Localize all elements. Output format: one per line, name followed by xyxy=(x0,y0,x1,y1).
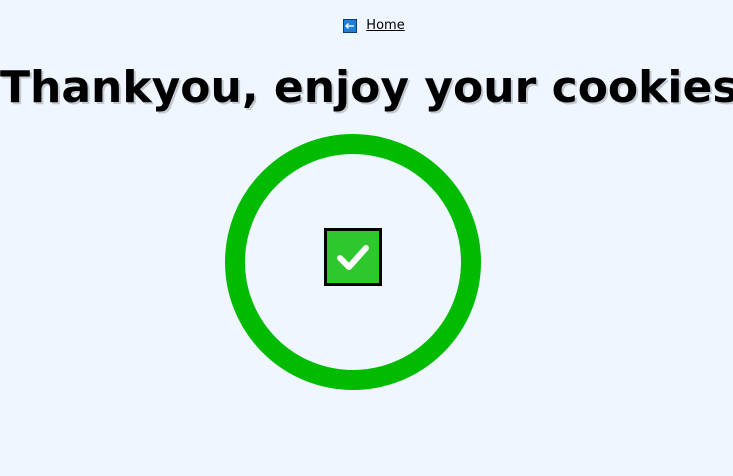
checkmark-icon xyxy=(324,228,382,286)
top-nav: Home xyxy=(0,18,733,33)
home-link[interactable]: Home xyxy=(328,18,405,33)
back-arrow-icon xyxy=(343,18,358,33)
home-link-label[interactable]: Home xyxy=(366,18,404,33)
page-title: Thankyou, enjoy your cookies! xyxy=(0,62,733,113)
